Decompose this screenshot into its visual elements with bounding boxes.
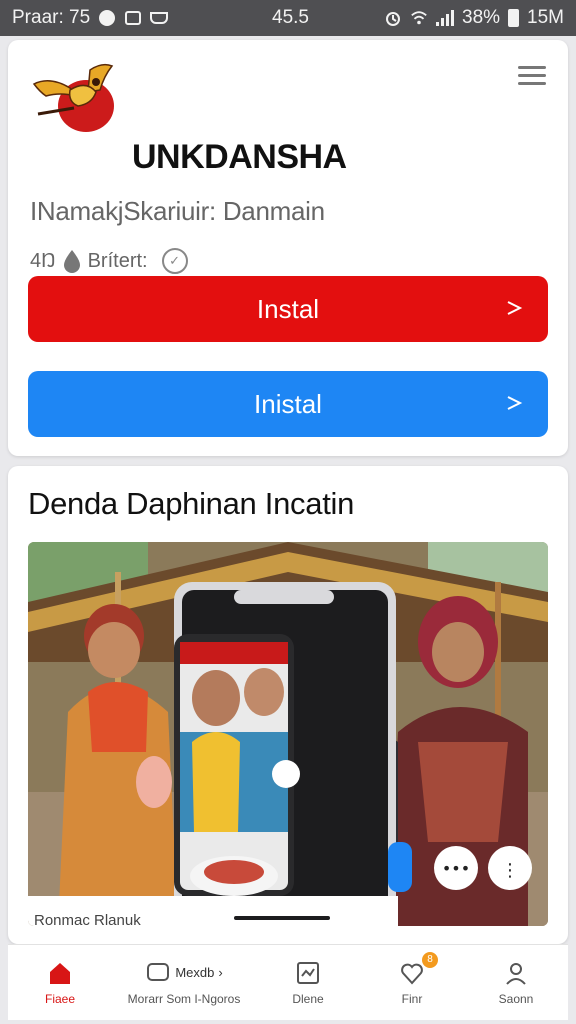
market-scene-illustration: ••• ⋮ bbox=[28, 542, 548, 926]
signal-icon bbox=[436, 10, 454, 26]
nav-favorites-label: Finr bbox=[401, 991, 423, 1006]
nav-home-label: Fiaee bbox=[44, 991, 76, 1006]
meta-prefix: 4Ŋ bbox=[30, 249, 56, 272]
app-card: UNKDANSHA INamakjSkariuir: Danmain 4Ŋ Br… bbox=[8, 40, 568, 456]
home-icon bbox=[50, 962, 70, 984]
battery-percent: 38% bbox=[462, 7, 501, 28]
bottom-nav: Fiaee Mexdb › Morarr Som I-Ngoros Dlene … bbox=[8, 944, 568, 1020]
chat-bubble-icon bbox=[147, 962, 170, 981]
chevron-right-icon: › bbox=[218, 965, 223, 980]
drop-icon bbox=[63, 250, 80, 273]
meta-row: 4Ŋ Brítert: ✓ bbox=[30, 248, 188, 274]
status-center-text: 45.5 bbox=[272, 7, 309, 28]
status-time: 15M bbox=[527, 7, 564, 28]
nav-item-gallery[interactable]: Dlene bbox=[258, 960, 358, 1006]
chevron-right-icon bbox=[507, 301, 523, 315]
install-button-primary-label: Instal bbox=[256, 293, 320, 324]
install-button-primary[interactable]: Instal bbox=[28, 276, 548, 342]
developer-name: INamakjSkariuir: Danmain bbox=[30, 196, 325, 226]
chevron-right-icon bbox=[507, 396, 523, 410]
alarm-icon bbox=[384, 9, 402, 27]
feature-image[interactable]: ••• ⋮ bbox=[28, 542, 548, 926]
notification-badge: 8 bbox=[422, 951, 438, 968]
wifi-icon bbox=[410, 9, 428, 27]
feature-title: Denda Daphinan Incatin bbox=[28, 486, 355, 521]
verified-check-icon: ✓ bbox=[161, 248, 188, 274]
meta-label: Brítert: bbox=[87, 249, 148, 272]
photo-frame-icon bbox=[297, 961, 319, 984]
status-right: 38% 15M bbox=[384, 7, 564, 29]
notification-dot-icon bbox=[98, 9, 116, 27]
status-left: Praar: 75 bbox=[12, 7, 169, 29]
svg-text:⋮: ⋮ bbox=[501, 860, 519, 881]
nav-messages-top: Mexdb › bbox=[145, 960, 223, 986]
message-box-icon bbox=[124, 9, 142, 27]
nav-item-favorites[interactable]: 8 Finr bbox=[362, 951, 462, 1006]
status-left-text: Praar: 75 bbox=[12, 7, 91, 28]
person-icon bbox=[506, 962, 526, 985]
nav-messages-label: Morarr Som I-Ngoros bbox=[127, 991, 241, 1006]
svg-text:•••: ••• bbox=[442, 859, 470, 878]
nav-item-messages[interactable]: Mexdb › Morarr Som I-Ngoros bbox=[114, 960, 254, 1006]
status-bar: Praar: 75 45.5 38% 15M bbox=[0, 0, 576, 36]
cup-icon bbox=[150, 9, 169, 27]
feature-caption: Ronmac Rlanuk bbox=[34, 912, 141, 929]
app-name: UNKDANSHA bbox=[132, 138, 347, 176]
install-button-secondary[interactable]: Inistal bbox=[28, 371, 548, 437]
heart-icon bbox=[401, 963, 423, 984]
hamburger-menu-icon[interactable] bbox=[518, 66, 546, 90]
nav-messages-top-label: Mexdb bbox=[175, 965, 215, 980]
nav-item-home[interactable]: Fiaee bbox=[10, 960, 110, 1006]
nav-item-profile[interactable]: Saonn bbox=[466, 960, 566, 1006]
install-button-secondary-label: Inistal bbox=[254, 388, 322, 419]
feature-card: Denda Daphinan Incatin ••• ⋮ Ronmac Rlan… bbox=[8, 466, 568, 944]
battery-icon bbox=[508, 9, 520, 27]
nav-gallery-label: Dlene bbox=[292, 991, 324, 1006]
nav-profile-label: Saonn bbox=[498, 991, 534, 1006]
winged-emblem-icon bbox=[32, 63, 114, 132]
